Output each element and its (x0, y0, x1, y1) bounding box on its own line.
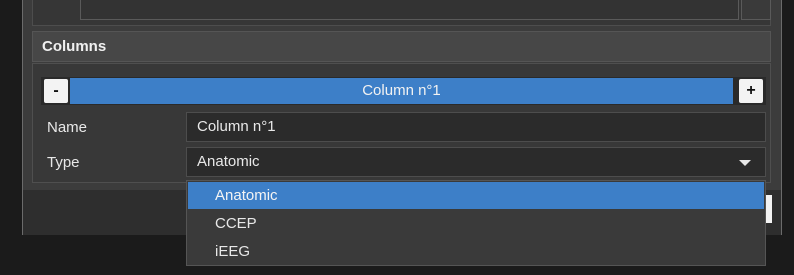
previous-section-scrollbar[interactable] (741, 0, 771, 20)
remove-column-button[interactable]: - (44, 79, 68, 103)
type-select-value: Anatomic (197, 153, 260, 170)
chevron-down-icon (739, 160, 751, 166)
column-selector: - Column n°1 + (41, 77, 766, 105)
section-title: Columns (32, 31, 771, 62)
type-select[interactable]: Anatomic (186, 147, 766, 177)
column-tab-selected[interactable]: Column n°1 (70, 78, 733, 104)
dropdown-option-ccep[interactable]: CCEP (188, 210, 764, 237)
dropdown-option-ieeg[interactable]: iEEG (188, 238, 764, 265)
dropdown-option-anatomic[interactable]: Anatomic (188, 182, 764, 209)
name-label: Name (47, 119, 88, 136)
add-column-button[interactable]: + (739, 79, 763, 103)
name-input[interactable]: Column n°1 (186, 112, 766, 142)
screen: Columns - Column n°1 + Name Column n°1 T… (0, 0, 794, 275)
type-dropdown-list: Anatomic CCEP iEEG (186, 180, 766, 266)
type-label: Type (47, 154, 80, 171)
previous-section-field[interactable] (80, 0, 739, 20)
